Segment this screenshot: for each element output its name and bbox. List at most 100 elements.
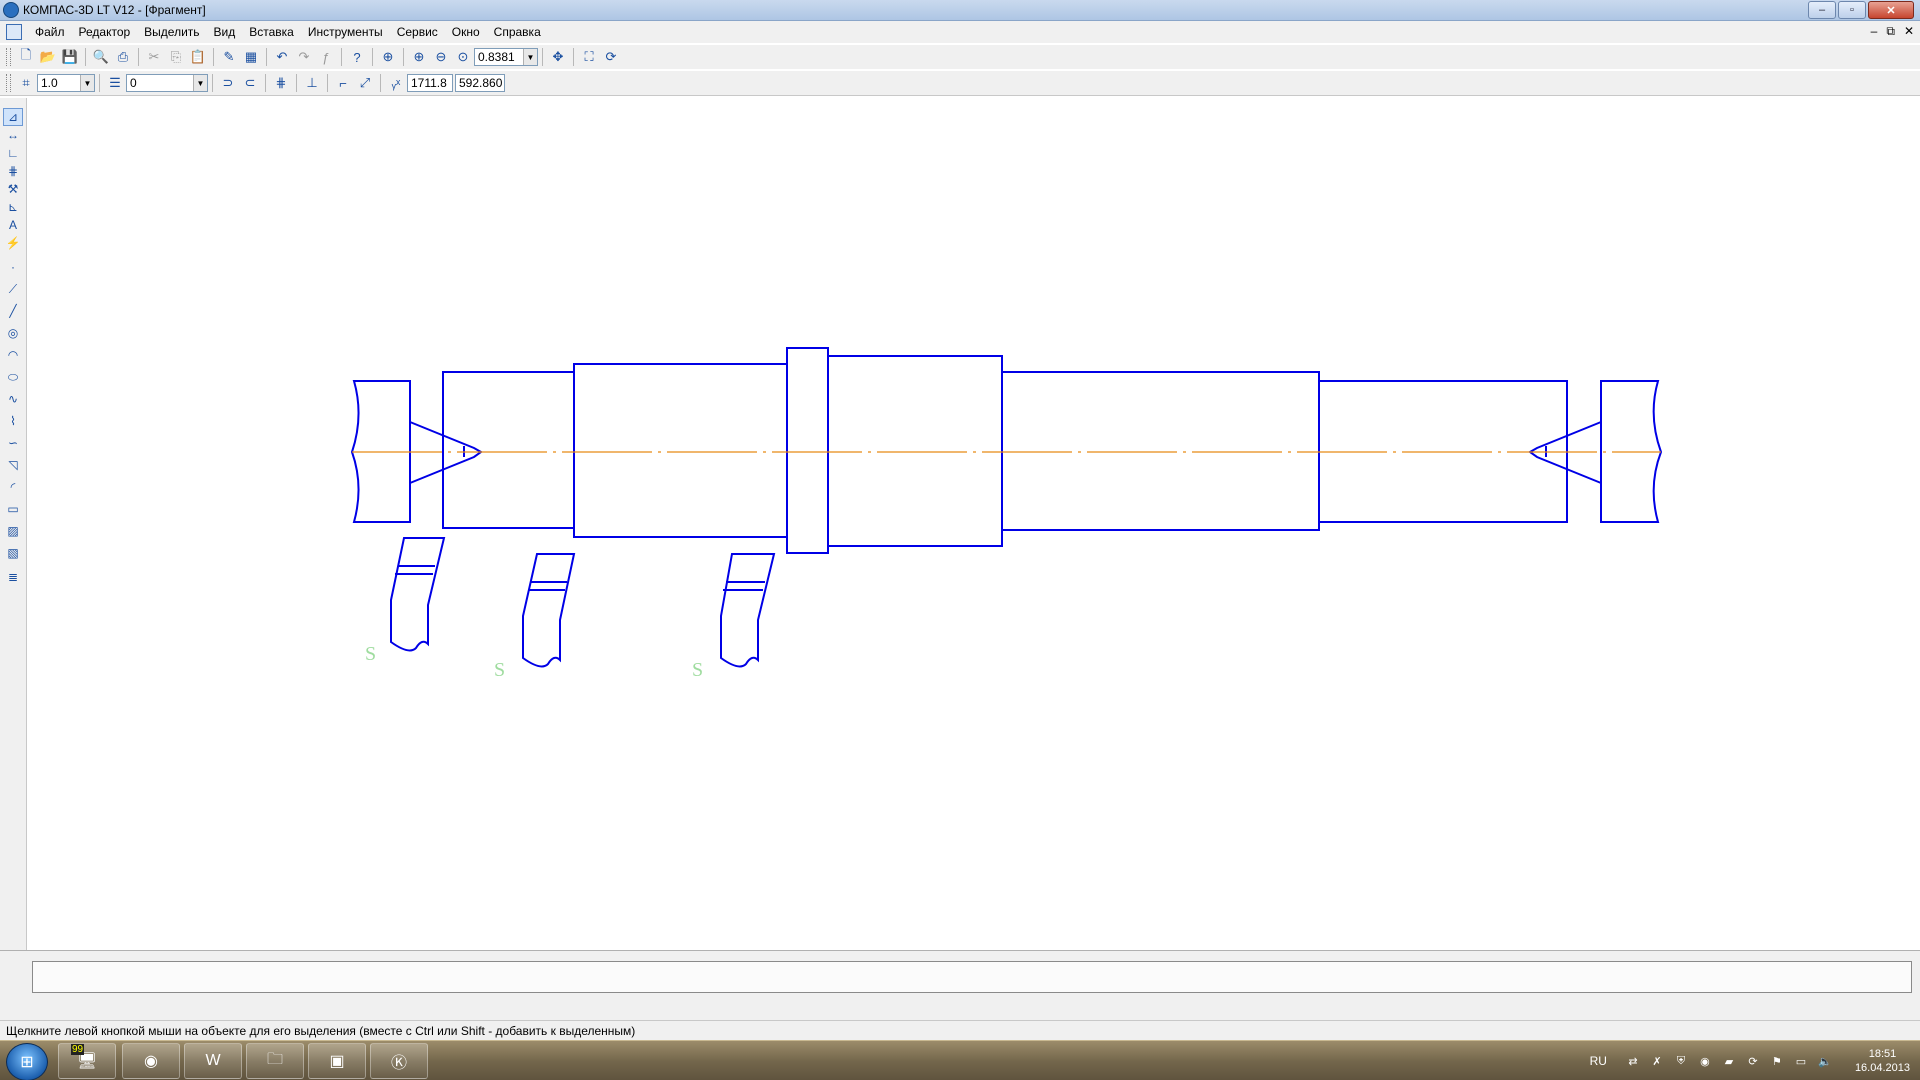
dimensions-panel-icon[interactable]: ↔ bbox=[3, 126, 23, 144]
refresh-icon[interactable]: ⟳ bbox=[601, 47, 621, 67]
ortho-icon[interactable]: ⌐ bbox=[333, 73, 353, 93]
rectangle-icon[interactable]: ▭ bbox=[3, 500, 23, 518]
arc-icon[interactable]: ◠ bbox=[3, 346, 23, 364]
print-preview-icon[interactable]: 🔍 bbox=[91, 47, 111, 67]
chevron-down-icon[interactable]: ▼ bbox=[80, 75, 94, 91]
network-icon[interactable]: ⇄ bbox=[1625, 1053, 1641, 1069]
notation-panel-icon[interactable]: ∟ bbox=[3, 144, 23, 162]
menu-editor[interactable]: Редактор bbox=[72, 25, 138, 39]
document-icon[interactable] bbox=[6, 24, 22, 40]
save-icon[interactable]: 💾 bbox=[60, 47, 80, 67]
select-panel-icon[interactable]: A bbox=[3, 216, 23, 234]
ellipse-icon[interactable]: ⬭ bbox=[3, 368, 23, 386]
kompas-logo-icon[interactable] bbox=[3, 2, 19, 18]
snap-magnet-icon[interactable]: ⊃ bbox=[218, 73, 238, 93]
shaft-step-4[interactable] bbox=[1001, 371, 1320, 531]
polyline-icon[interactable]: ⌇ bbox=[3, 412, 23, 430]
pan-icon[interactable]: ✥ bbox=[548, 47, 568, 67]
shield-icon[interactable]: ⛨ bbox=[1673, 1053, 1689, 1069]
redo-icon[interactable]: ↷ bbox=[294, 47, 314, 67]
taskbar-app-monitor[interactable]: 🖥 99 bbox=[58, 1043, 116, 1079]
taskbar-app-explorer[interactable]: 🗀 bbox=[246, 1043, 304, 1079]
drawing-canvas[interactable]: S S S bbox=[27, 98, 1920, 950]
doc-minimize-button[interactable]: – bbox=[1871, 24, 1878, 39]
taskbar-app-pictures[interactable]: ▣ bbox=[308, 1043, 366, 1079]
zoom-scale-icon[interactable]: ⊙ bbox=[453, 47, 473, 67]
print-icon[interactable]: ⎙ bbox=[113, 47, 133, 67]
chamfer-icon[interactable]: ◹ bbox=[3, 456, 23, 474]
circle-icon[interactable]: ◎ bbox=[3, 324, 23, 342]
calculator-icon[interactable]: ▦ bbox=[241, 47, 261, 67]
menu-service[interactable]: Сервис bbox=[390, 25, 445, 39]
menu-window[interactable]: Окно bbox=[445, 25, 487, 39]
menu-insert[interactable]: Вставка bbox=[242, 25, 301, 39]
chevron-down-icon[interactable]: ▼ bbox=[193, 75, 207, 91]
taskbar-app-word[interactable]: W bbox=[184, 1043, 242, 1079]
menu-tools[interactable]: Инструменты bbox=[301, 25, 390, 39]
coord-y-field[interactable]: 592.860 bbox=[455, 74, 505, 92]
language-indicator[interactable]: RU bbox=[1590, 1054, 1607, 1068]
equidistant-icon[interactable]: ▧ bbox=[3, 544, 23, 562]
segment-icon[interactable]: ╱ bbox=[3, 302, 23, 320]
taskbar-app-kompas[interactable]: Ⓚ bbox=[370, 1043, 428, 1079]
volume-icon[interactable]: 🔈 bbox=[1817, 1053, 1833, 1069]
new-document-icon[interactable]: 🗋 bbox=[16, 47, 36, 67]
flag-icon[interactable]: ⚑ bbox=[1769, 1053, 1785, 1069]
shaft-collar[interactable] bbox=[786, 347, 829, 554]
step-combo[interactable]: 1.0 ▼ bbox=[37, 74, 95, 92]
show-all-icon[interactable]: ⛶ bbox=[579, 47, 599, 67]
menu-help[interactable]: Справка bbox=[487, 25, 548, 39]
taskbar-app-chrome[interactable]: ◉ bbox=[122, 1043, 180, 1079]
undo-icon[interactable]: ↶ bbox=[272, 47, 292, 67]
shaft-step-2[interactable] bbox=[573, 363, 788, 538]
parametrization-panel-icon[interactable]: ⚒ bbox=[3, 180, 23, 198]
maximize-button[interactable]: ▫ bbox=[1838, 1, 1866, 19]
paste-icon[interactable]: 📋 bbox=[188, 47, 208, 67]
property-panel-field[interactable] bbox=[32, 961, 1912, 993]
auxiliary-line-icon[interactable]: ⟋ bbox=[3, 280, 23, 298]
round-coords-icon[interactable]: ⤢ bbox=[355, 73, 375, 93]
grid-icon[interactable]: ⋕ bbox=[271, 73, 291, 93]
layer-combo[interactable]: 0 ▼ bbox=[126, 74, 208, 92]
windows-start-icon[interactable]: ⊞ bbox=[6, 1043, 48, 1080]
record-icon[interactable]: ◉ bbox=[1697, 1053, 1713, 1069]
cutting-tool-2[interactable] bbox=[522, 553, 576, 668]
hatch-icon[interactable]: ▨ bbox=[3, 522, 23, 540]
function-icon[interactable]: ƒ bbox=[316, 47, 336, 67]
spline-icon[interactable]: ∽ bbox=[3, 434, 23, 452]
shaft-step-1[interactable] bbox=[442, 371, 575, 529]
close-button[interactable]: ✕ bbox=[1868, 1, 1914, 19]
zoom-window-icon[interactable]: ⊕ bbox=[378, 47, 398, 67]
menu-select[interactable]: Выделить bbox=[137, 25, 206, 39]
drawing-svg[interactable]: S S S bbox=[27, 98, 1920, 950]
local-cs-icon[interactable]: ⊥ bbox=[302, 73, 322, 93]
menu-file[interactable]: Файл bbox=[28, 25, 72, 39]
toolbar-grip[interactable] bbox=[6, 48, 11, 66]
point-icon[interactable]: · bbox=[3, 258, 23, 276]
minimize-button[interactable]: – bbox=[1808, 1, 1836, 19]
cut-icon[interactable]: ✂ bbox=[144, 47, 164, 67]
menu-view[interactable]: Вид bbox=[207, 25, 243, 39]
shaft-step-3[interactable] bbox=[827, 355, 1003, 547]
clock[interactable]: 18:51 16.04.2013 bbox=[1855, 1047, 1910, 1075]
zoom-combo[interactable]: 0.8381 ▼ bbox=[474, 48, 538, 66]
display-icon[interactable]: ▭ bbox=[1793, 1053, 1809, 1069]
zoom-out-icon[interactable]: ⊖ bbox=[431, 47, 451, 67]
text-icon[interactable]: ≣ bbox=[3, 568, 23, 586]
snap-options-icon[interactable]: ⊂ bbox=[240, 73, 260, 93]
copy-icon[interactable]: ⎘ bbox=[166, 47, 186, 67]
continuous-object-icon[interactable]: ∿ bbox=[3, 390, 23, 408]
doc-close-button[interactable]: ✕ bbox=[1904, 24, 1914, 39]
chevron-down-icon[interactable]: ▼ bbox=[523, 49, 537, 65]
help-pointer-icon[interactable]: ? bbox=[347, 47, 367, 67]
toolbar-grip[interactable] bbox=[6, 74, 11, 92]
fillet-icon[interactable]: ◜ bbox=[3, 478, 23, 496]
update-icon[interactable]: ⟳ bbox=[1745, 1053, 1761, 1069]
antivirus-icon[interactable]: ✗ bbox=[1649, 1053, 1665, 1069]
cutting-tool-3[interactable] bbox=[720, 553, 776, 668]
cutting-tool-1[interactable] bbox=[390, 537, 446, 652]
layer-icon[interactable]: ☰ bbox=[105, 73, 125, 93]
zoom-in-icon[interactable]: ⊕ bbox=[409, 47, 429, 67]
coord-x-field[interactable]: 1711.8 bbox=[407, 74, 453, 92]
properties-icon[interactable]: ✎ bbox=[219, 47, 239, 67]
